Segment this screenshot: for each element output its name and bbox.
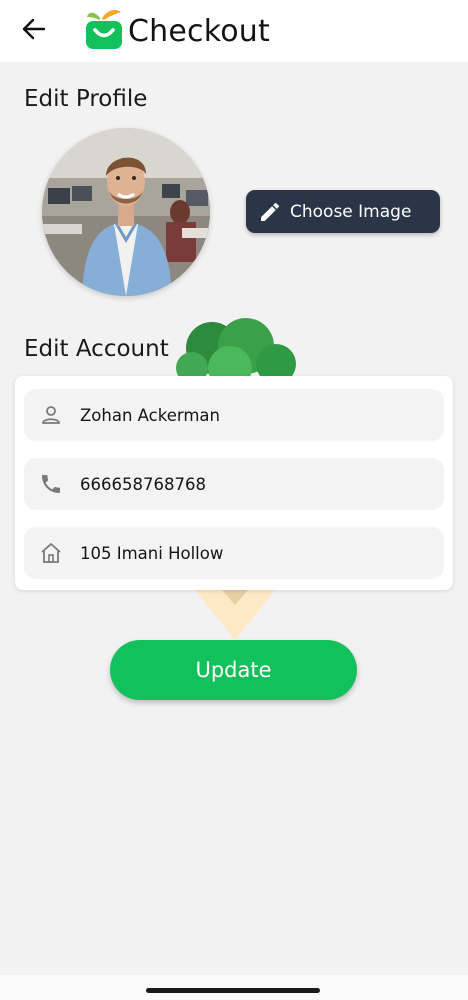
back-button[interactable] [18,14,50,44]
app-title: Checkout [128,14,270,49]
arrow-left-icon [22,18,46,40]
shopping-basket-logo [84,8,124,50]
phone-field[interactable] [24,458,444,510]
update-button[interactable]: Update [110,640,357,700]
phone-icon [38,471,64,497]
name-field[interactable] [24,389,444,441]
app-header: Checkout [0,0,468,62]
address-input[interactable] [80,543,420,563]
choose-image-label: Choose Image [290,201,412,222]
home-icon [38,540,64,566]
name-input[interactable] [80,405,420,425]
person-icon [38,402,64,428]
avatar [42,128,210,296]
address-field[interactable] [24,527,444,579]
account-form-card [15,376,453,590]
edit-account-heading: Edit Account [24,336,169,362]
pencil-icon [261,202,280,221]
edit-profile-heading: Edit Profile [24,86,148,112]
choose-image-button[interactable]: Choose Image [246,190,440,233]
phone-input[interactable] [80,474,420,494]
home-indicator[interactable] [146,988,320,993]
